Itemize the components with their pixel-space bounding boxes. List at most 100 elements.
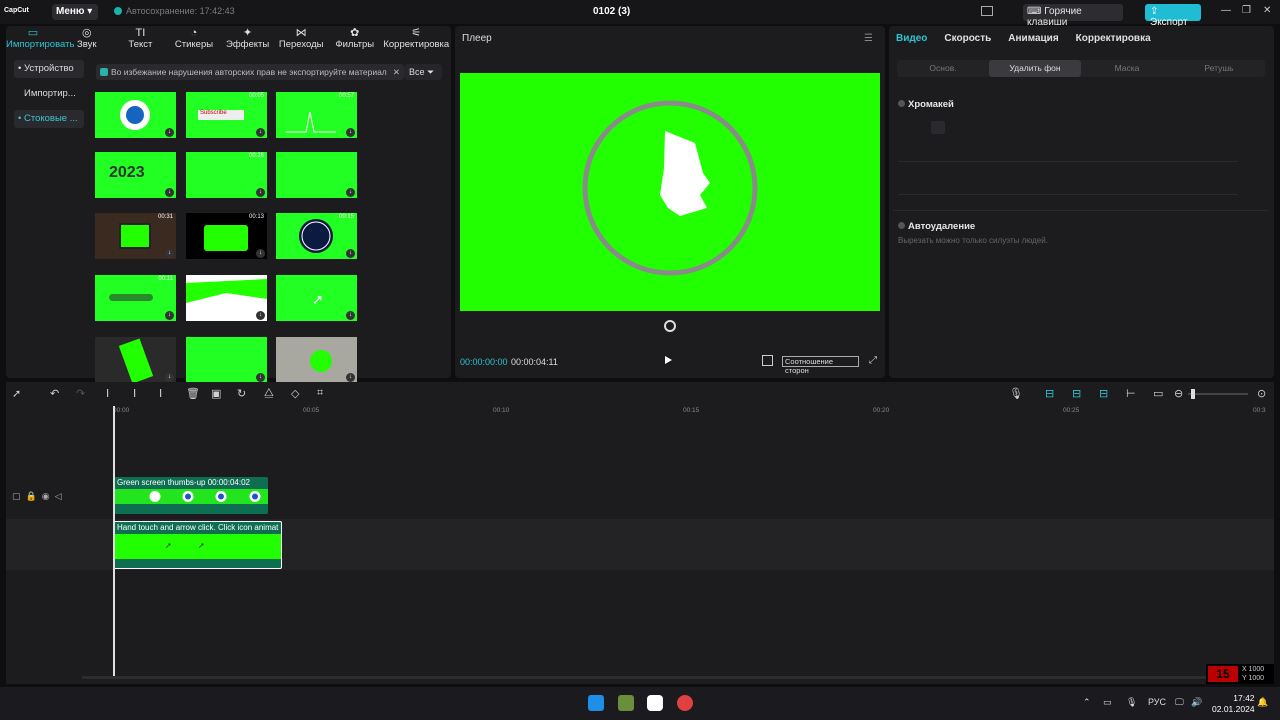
stock-thumbnail[interactable]: 2023 ↓ [95,152,176,198]
tab-sticker[interactable]: ◔ Стикеры [167,26,221,52]
side-nav-item[interactable]: Импортир... [14,85,84,103]
stock-thumbnail[interactable]: 00:15 ↓ [276,213,357,259]
network-icon[interactable]: 🖵 [1175,697,1184,708]
usb-icon[interactable]: ▭ [1103,697,1112,708]
hotkeys-button[interactable]: ⌨ Горячие клавиши [1023,4,1123,28]
download-icon[interactable]: ↓ [346,249,355,258]
download-icon[interactable]: ↓ [256,249,265,258]
timeline-scrollbar[interactable] [82,676,1274,679]
tab-import[interactable]: ▭ Импортировать [6,26,74,52]
play-icon[interactable] [665,356,672,364]
slider-strength[interactable] [898,161,1238,162]
link-icon[interactable]: ⊟ [1045,387,1054,400]
split-icon[interactable]: Ⅰ [106,387,109,400]
stock-thumbnail[interactable]: ↓ [95,337,176,383]
time-ruler[interactable]: 00:00 00:05 00:10 00:15 00:20 00:25 00:3 [113,405,1274,419]
preview-screen[interactable] [460,73,880,311]
download-icon[interactable]: ↓ [256,311,265,320]
properties-subtab[interactable]: Основ. [897,60,989,77]
language-indicator[interactable]: РУС [1148,697,1166,707]
split-left-icon[interactable]: Ⅰ [133,387,136,400]
properties-tab[interactable]: Видео [896,33,927,44]
fullscreen-icon[interactable]: ⤢ [869,355,877,366]
stock-thumbnail[interactable]: ↓ [276,152,357,198]
tab-transition[interactable]: ⋈ Переходы [274,26,328,52]
download-icon[interactable]: ↓ [346,373,355,382]
stock-thumbnail[interactable]: ↓ [186,275,267,321]
slider-shadow[interactable] [898,194,1238,195]
magnet-icon[interactable]: ⊟ [1072,387,1081,400]
download-icon[interactable]: ↓ [165,249,174,258]
stock-thumbnail[interactable]: 00:31 ↓ [95,213,176,259]
clip-hand-touch[interactable]: Hand touch and arrow click. Click icon a… [113,521,282,569]
stock-thumbnail[interactable]: 00:26 ↓ [186,152,267,198]
stock-thumbnail[interactable]: 00:57 ↓ [276,92,357,138]
minimize-icon[interactable]: — [1221,5,1231,16]
maximize-icon[interactable]: ❐ [1242,5,1251,16]
fit-icon[interactable] [762,355,773,366]
rotate-icon[interactable]: ◇ [291,387,299,400]
audio-icon[interactable]: ◁ [55,491,62,501]
download-icon[interactable]: ↓ [346,311,355,320]
stock-thumbnail[interactable]: ↓ [186,337,267,383]
tab-text[interactable]: TI Текст [114,26,168,52]
side-nav-item[interactable]: • Стоковые ... [14,110,84,128]
side-nav-item[interactable]: • Устройство [14,60,84,78]
menu-icon[interactable]: ☰ [864,33,873,44]
cover-icon[interactable]: ▢ [12,491,21,501]
download-icon[interactable]: ↓ [165,128,174,137]
microphone-icon[interactable]: 🎙 [1009,387,1023,400]
zoom-slider-handle[interactable] [1191,389,1195,399]
preview-axis-icon[interactable]: ⊢ [1126,387,1136,400]
crop-icon[interactable]: ⌗ [317,387,323,400]
tab-effects[interactable]: ✦ Эффекты [221,26,275,52]
close-icon[interactable]: ✕ [393,67,400,78]
link-clips-icon[interactable]: ⊟ [1099,387,1108,400]
tab-filter[interactable]: ✿ Фильтры [328,26,382,52]
properties-subtab[interactable]: Удалить фон [989,60,1081,77]
zoom-slider[interactable] [1188,393,1248,395]
menu-button[interactable]: Меню ▾ [52,4,98,20]
volume-icon[interactable]: 🔊 [1191,697,1202,708]
select-tool-icon[interactable]: ➚ [12,387,21,400]
split-right-icon[interactable]: Ⅰ [159,387,162,400]
download-icon[interactable]: ↓ [256,188,265,197]
chroma-section[interactable]: Хромакей [898,99,954,110]
clip-thumbs-up[interactable]: Green screen thumbs-up 00:00:04:02 [114,477,268,514]
properties-tab[interactable]: Скорость [944,33,991,44]
windows-start-icon[interactable] [588,695,604,711]
caption-icon[interactable]: ▭ [1153,387,1163,400]
zoom-out-icon[interactable]: ⊖ [1174,387,1183,400]
download-icon[interactable]: ↓ [165,188,174,197]
stock-thumbnail[interactable]: 00:13 ↓ [186,213,267,259]
fit-timeline-icon[interactable]: ⊙ [1257,387,1266,400]
properties-subtab[interactable]: Маска [1081,60,1173,77]
download-icon[interactable]: ↓ [346,188,355,197]
minecraft-icon[interactable] [618,695,634,711]
tab-music[interactable]: ◎ Звук [60,26,114,52]
checkbox-icon[interactable] [898,100,905,107]
capcut-icon[interactable] [647,695,663,711]
freeze-icon[interactable]: ▣ [211,387,221,400]
auto-remove-section[interactable]: Автоудаление [898,221,975,232]
microphone-icon[interactable]: 🎙 [1126,697,1137,708]
playhead[interactable] [113,406,115,676]
mirror-icon[interactable]: ⧋ [264,387,274,400]
aspect-ratio-button[interactable]: Соотношение сторон [782,356,859,375]
checkbox-icon[interactable] [898,222,905,229]
color-picker[interactable] [931,121,945,134]
filter-button[interactable]: Все ⏷ [404,64,442,80]
properties-subtab[interactable]: Ретушь [1173,60,1265,77]
reset-icon[interactable] [664,320,676,332]
download-icon[interactable]: ↓ [256,373,265,382]
reverse-icon[interactable]: ↻ [237,387,246,400]
lock-icon[interactable]: 🔒 [26,491,37,501]
stock-thumbnail[interactable]: ↓ [276,337,357,383]
notification-icon[interactable]: 🔔 [1257,697,1268,708]
download-icon[interactable]: ↓ [165,373,174,382]
properties-tab[interactable]: Корректировка [1076,33,1151,44]
stock-thumbnail[interactable]: ➚ ↓ [276,275,357,321]
layout-icon[interactable] [981,6,993,16]
download-icon[interactable]: ↓ [346,128,355,137]
taskbar-clock[interactable]: 17:42 02.01.2024 [1212,693,1255,715]
